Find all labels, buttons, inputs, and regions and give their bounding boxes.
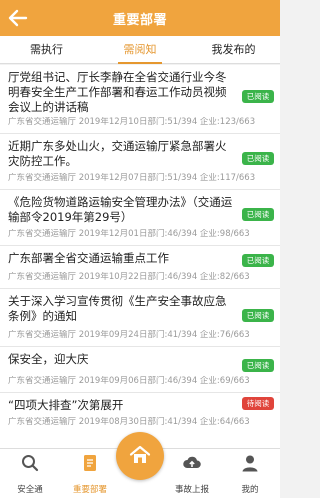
list-item[interactable]: 保安全，迎大庆 已阅读 广东省交通运输厅 2019年09月06日部门:46/39…: [0, 347, 280, 393]
status-badge: 待阅读: [242, 397, 274, 410]
nav-safety-pass[interactable]: 安全通: [2, 449, 58, 498]
item-meta: 广东省交通运输厅 2019年08月30日部门:41/394 企业:64/663: [8, 417, 250, 427]
active-tab-indicator: [118, 62, 162, 64]
item-meta: 广东省交通运输厅 2019年10月22日部门:46/394 企业:82/663: [8, 272, 250, 282]
home-button[interactable]: [116, 432, 164, 480]
status-badge: 已阅读: [242, 359, 274, 372]
status-badge: 已阅读: [242, 90, 274, 103]
list-item[interactable]: 广东部署全省交通运输重点工作 已阅读 广东省交通运输厅 2019年10月22日部…: [0, 246, 280, 289]
list-item[interactable]: 《危险货物道路运输安全管理办法》（交通运输部令2019年第29号） 已阅读 广东…: [0, 190, 280, 246]
item-meta: 广东省交通运输厅 2019年09月24日部门:41/394 企业:76/663: [8, 330, 250, 340]
item-title: 《危险货物道路运输安全管理办法》（交通运输部令2019年第29号）: [8, 195, 233, 224]
tab-to-read[interactable]: 需阅知: [93, 36, 187, 64]
list-item[interactable]: 关于深入学习宣传贯彻《生产安全事故应急条例》的通知 已阅读 广东省交通运输厅 2…: [0, 289, 280, 347]
tab-my-published[interactable]: 我发布的: [187, 36, 280, 64]
tab-bar: 需执行 需阅知 我发布的: [0, 36, 280, 64]
page-title: 重要部署: [112, 13, 167, 28]
home-icon: [129, 445, 151, 463]
nav-label: 重要部署: [72, 485, 107, 495]
status-badge: 已阅读: [242, 309, 274, 322]
nav-important-deployment[interactable]: 重要部署: [62, 449, 118, 498]
item-meta: 广东省交通运输厅 2019年09月06日部门:46/394 企业:69/663: [8, 376, 250, 386]
status-badge: 已阅读: [242, 208, 274, 221]
nav-label: 安全通: [17, 485, 43, 495]
deployment-list[interactable]: 厅党组书记、厅长李静在全省交通行业今冬明春安全生产工作部署和春运工作动员视频会议…: [0, 65, 280, 448]
user-icon: [242, 455, 258, 472]
item-meta: 广东省交通运输厅 2019年12月10日部门:51/394 企业:123/663: [8, 117, 256, 127]
search-icon: [22, 455, 39, 472]
nav-label: 我的: [241, 485, 259, 495]
status-badge: 已阅读: [242, 254, 274, 267]
item-title: 保安全，迎大庆: [8, 352, 89, 366]
tab-to-execute[interactable]: 需执行: [0, 36, 93, 64]
item-meta: 广东省交通运输厅 2019年12月01日部门:46/394 企业:98/663: [8, 229, 250, 239]
item-title: 关于深入学习宣传贯彻《生产安全事故应急条例》的通知: [8, 294, 227, 323]
nav-label: 事故上报: [174, 485, 209, 495]
upload-cloud-icon: [183, 456, 201, 468]
nav-mine[interactable]: 我的: [222, 449, 278, 498]
item-meta: 广东省交通运输厅 2019年12月07日部门:51/394 企业:117/663: [8, 173, 256, 183]
item-title: “四项大排查”次第展开: [8, 398, 124, 412]
item-title: 广东部署全省交通运输重点工作: [8, 251, 169, 265]
nav-accident-report[interactable]: 事故上报: [164, 449, 220, 498]
item-title: 近期广东多处山火，交通运输厅紧急部署火灾防控工作。: [8, 139, 227, 168]
list-item[interactable]: 近期广东多处山火，交通运输厅紧急部署火灾防控工作。 已阅读 广东省交通运输厅 2…: [0, 134, 280, 190]
list-item[interactable]: 厅党组书记、厅长李静在全省交通行业今冬明春安全生产工作部署和春运工作动员视频会议…: [0, 65, 280, 134]
top-bar: 重要部署: [0, 0, 280, 36]
document-icon: [84, 455, 96, 471]
status-badge: 已阅读: [242, 152, 274, 165]
item-title: 厅党组书记、厅长李静在全省交通行业今冬明春安全生产工作部署和春运工作动员视频会议…: [8, 70, 227, 114]
